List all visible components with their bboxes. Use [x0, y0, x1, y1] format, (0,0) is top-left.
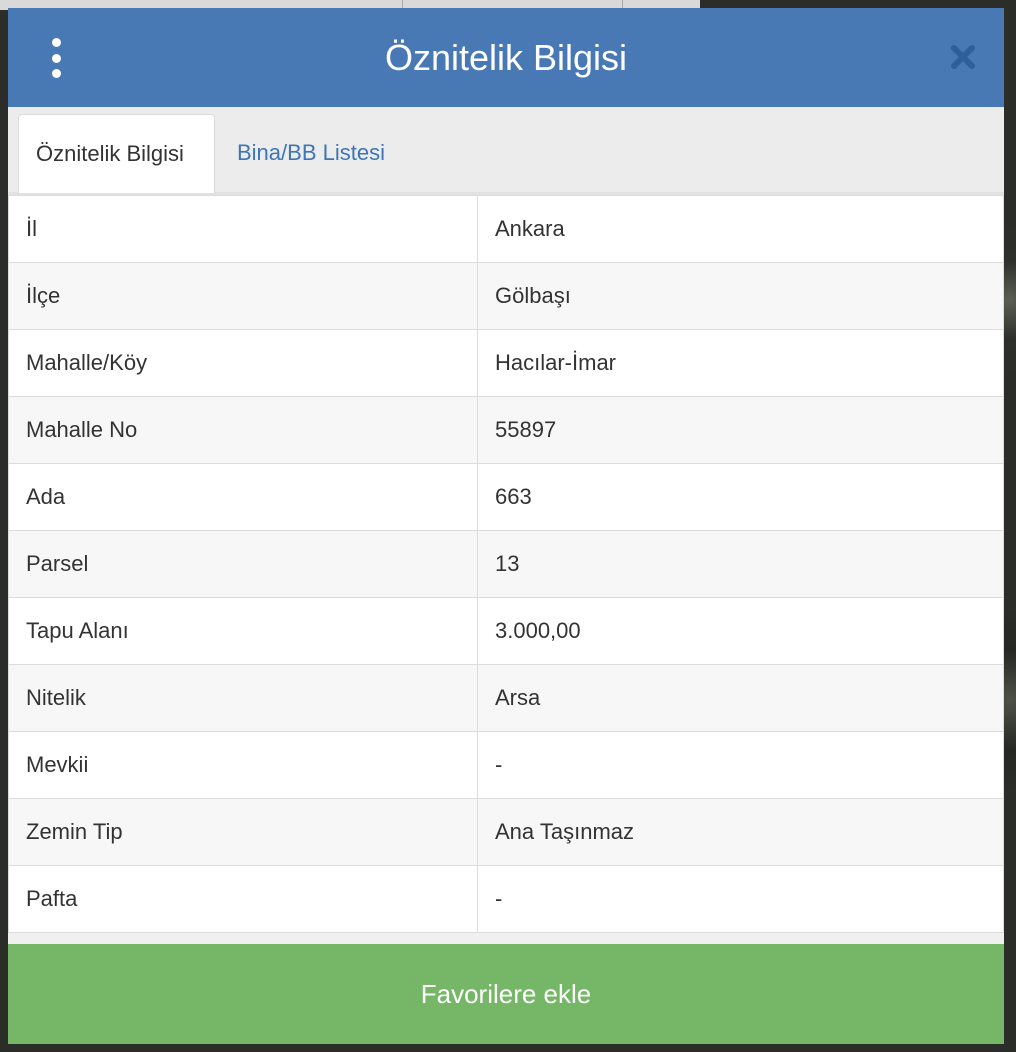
tab-bar: Öznitelik Bilgisi Bina/BB Listesi: [8, 107, 1004, 195]
table-row: Tapu Alanı 3.000,00: [8, 597, 1004, 665]
close-icon[interactable]: [950, 44, 976, 70]
attribute-value: -: [477, 865, 1004, 933]
attribute-value: Gölbaşı: [477, 262, 1004, 330]
attribute-value: Ankara: [477, 195, 1004, 263]
table-row: Zemin Tip Ana Taşınmaz: [8, 798, 1004, 866]
attribute-dialog: Öznitelik Bilgisi Öznitelik Bilgisi Bina…: [8, 8, 1004, 1044]
attribute-key: Ada: [8, 463, 478, 531]
attribute-key: Tapu Alanı: [8, 597, 478, 665]
dialog-title: Öznitelik Bilgisi: [384, 37, 628, 78]
tab-attribute-info[interactable]: Öznitelik Bilgisi: [18, 114, 215, 193]
attribute-key: Mahalle/Köy: [8, 329, 478, 397]
attribute-key: Pafta: [8, 865, 478, 933]
attribute-key: Mahalle No: [8, 396, 478, 464]
table-row: Mahalle/Köy Hacılar-İmar: [8, 329, 1004, 397]
attribute-value: 13: [477, 530, 1004, 598]
attribute-key: Zemin Tip: [8, 798, 478, 866]
add-to-favorites-button[interactable]: Favorilere ekle: [8, 944, 1004, 1044]
attribute-value: Arsa: [477, 664, 1004, 732]
table-row: Pafta -: [8, 865, 1004, 933]
table-row: İl Ankara: [8, 195, 1004, 263]
table-row: Parsel 13: [8, 530, 1004, 598]
attribute-value: 663: [477, 463, 1004, 531]
attribute-table: İl Ankara İlçe Gölbaşı Mahalle/Köy Hacıl…: [8, 195, 1004, 933]
attribute-value: Hacılar-İmar: [477, 329, 1004, 397]
attribute-value: 55897: [477, 396, 1004, 464]
attribute-key: İl: [8, 195, 478, 263]
dialog-header: Öznitelik Bilgisi: [8, 8, 1004, 107]
attribute-key: İlçe: [8, 262, 478, 330]
attribute-value: Ana Taşınmaz: [477, 798, 1004, 866]
table-row: Nitelik Arsa: [8, 664, 1004, 732]
attribute-value: -: [477, 731, 1004, 799]
attribute-value: 3.000,00: [477, 597, 1004, 665]
tab-building-list[interactable]: Bina/BB Listesi: [220, 114, 402, 192]
attribute-key: Mevkii: [8, 731, 478, 799]
table-row: Mevkii -: [8, 731, 1004, 799]
attribute-key: Parsel: [8, 530, 478, 598]
table-row: Ada 663: [8, 463, 1004, 531]
table-row: İlçe Gölbaşı: [8, 262, 1004, 330]
attribute-key: Nitelik: [8, 664, 478, 732]
table-row: Mahalle No 55897: [8, 396, 1004, 464]
